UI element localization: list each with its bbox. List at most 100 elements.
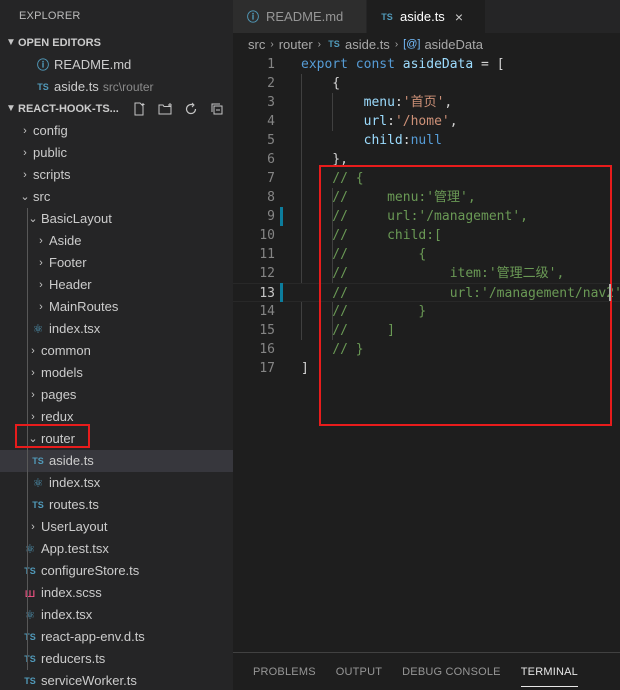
- modified-line-marker: [280, 207, 283, 226]
- typescript-file-icon: TS: [24, 566, 36, 576]
- tree-folder-header[interactable]: › Header: [0, 274, 233, 296]
- chevron-right-icon: ›: [23, 125, 27, 137]
- project-section-header[interactable]: ▼ REACT-HOOK-TS...: [0, 98, 233, 120]
- tree-folder-scripts[interactable]: › scripts: [0, 164, 233, 186]
- tree-label: public: [33, 145, 67, 160]
- code-line[interactable]: 2 {: [233, 74, 620, 93]
- collapse-all-icon[interactable]: [209, 98, 225, 120]
- tree-file-src-index-tsx[interactable]: ⚛ index.tsx: [0, 604, 233, 626]
- tree-label: src: [33, 189, 51, 204]
- tree-label: index.tsx: [41, 607, 93, 622]
- open-editor-item-aside[interactable]: TS aside.ts src\router: [0, 76, 233, 98]
- tab-terminal[interactable]: TERMINAL: [520, 653, 579, 690]
- code-line[interactable]: 3 menu:'首页',: [233, 93, 620, 112]
- tree-file-serviceworker-ts[interactable]: TS serviceWorker.ts: [0, 670, 233, 690]
- open-editors-section-header[interactable]: ▼ OPEN EDITORS: [0, 32, 233, 54]
- new-folder-icon[interactable]: [157, 98, 173, 120]
- tree-file-configurestore-ts[interactable]: TS configureStore.ts: [0, 560, 233, 582]
- tree-label: index.tsx: [49, 321, 101, 336]
- line-number[interactable]: 9: [233, 207, 275, 226]
- tree-label: App.test.tsx: [41, 541, 109, 556]
- code-token: :: [402, 133, 411, 148]
- tree-folder-basiclayout[interactable]: ⌄ BasicLayout: [0, 208, 233, 230]
- tab-debug-console[interactable]: DEBUG CONSOLE: [402, 653, 501, 690]
- typescript-file-icon: TS: [24, 676, 36, 686]
- breadcrumb-item[interactable]: asideData: [424, 37, 483, 52]
- line-number[interactable]: 14: [233, 302, 275, 321]
- line-number[interactable]: 2: [233, 74, 275, 93]
- tree-folder-mainroutes[interactable]: › MainRoutes: [0, 296, 233, 318]
- line-number[interactable]: 10: [233, 226, 275, 245]
- tree-folder-aside[interactable]: › Aside: [0, 230, 233, 252]
- line-number[interactable]: 3: [233, 93, 275, 112]
- tab-output[interactable]: OUTPUT: [336, 653, 382, 690]
- tab-aside-ts[interactable]: TS aside.ts ×: [367, 0, 486, 33]
- tree-file-index-tsx[interactable]: ⚛ index.tsx: [0, 318, 233, 340]
- open-editor-label: aside.ts: [54, 79, 99, 94]
- tree-file-routes-ts[interactable]: TS routes.ts: [0, 494, 233, 516]
- line-number[interactable]: 6: [233, 150, 275, 169]
- tab-readme[interactable]: ⓘ README.md: [233, 0, 367, 33]
- line-number[interactable]: 13: [233, 284, 275, 303]
- tree-file-router-index-tsx[interactable]: ⚛ index.tsx: [0, 472, 233, 494]
- breadcrumb-item[interactable]: router: [279, 37, 313, 52]
- new-file-icon[interactable]: [131, 98, 147, 120]
- code-line[interactable]: 5 child:null: [233, 131, 620, 150]
- code-line[interactable]: 1 export const asideData = [: [233, 55, 620, 74]
- chevron-right-icon: ›: [394, 38, 399, 50]
- line-number[interactable]: 8: [233, 188, 275, 207]
- chevron-right-icon: ›: [39, 279, 43, 291]
- line-number[interactable]: 15: [233, 321, 275, 340]
- tree-folder-userlayout[interactable]: › UserLayout: [0, 516, 233, 538]
- chevron-down-icon: ⌄: [20, 191, 30, 203]
- line-number[interactable]: 16: [233, 340, 275, 359]
- refresh-icon[interactable]: [183, 98, 199, 120]
- code-token: {: [301, 76, 341, 91]
- line-number[interactable]: 4: [233, 112, 275, 131]
- tree-folder-pages[interactable]: › pages: [0, 384, 233, 406]
- line-number[interactable]: 17: [233, 359, 275, 378]
- chevron-right-icon: ›: [39, 301, 43, 313]
- code-token: :: [387, 114, 395, 129]
- code-text: ]: [301, 359, 309, 378]
- line-number[interactable]: 1: [233, 55, 275, 74]
- tree-file-index-scss[interactable]: ꟺ index.scss: [0, 582, 233, 604]
- tree-file-app-test-tsx[interactable]: ⚛ App.test.tsx: [0, 538, 233, 560]
- tree-folder-models[interactable]: › models: [0, 362, 233, 384]
- chevron-right-icon: ›: [31, 367, 35, 379]
- editor-tab-bar: ⓘ README.md TS aside.ts ×: [233, 0, 620, 33]
- breadcrumb-item[interactable]: src: [248, 37, 265, 52]
- chevron-right-icon: ›: [31, 345, 35, 357]
- tab-problems[interactable]: PROBLEMS: [253, 653, 316, 690]
- breadcrumb: src › router › TS aside.ts › [@] asideDa…: [233, 33, 620, 55]
- tree-label: MainRoutes: [49, 299, 119, 314]
- explorer-sidebar: EXPLORER ▼ OPEN EDITORS ⓘ README.md TS a…: [0, 0, 233, 690]
- explorer-title: EXPLORER: [19, 10, 81, 22]
- code-token: menu: [363, 95, 395, 110]
- chevron-right-icon: ›: [270, 38, 274, 50]
- code-text: child:null: [301, 131, 442, 150]
- tree-file-reducers-ts[interactable]: TS reducers.ts: [0, 648, 233, 670]
- line-number[interactable]: 5: [233, 131, 275, 150]
- tree-folder-src[interactable]: ⌄ src: [0, 186, 233, 208]
- code-line[interactable]: 4 url:'/home',: [233, 112, 620, 131]
- close-icon[interactable]: ×: [455, 9, 463, 25]
- tree-folder-common[interactable]: › common: [0, 340, 233, 362]
- line-number[interactable]: 12: [233, 264, 275, 283]
- tree-file-aside-ts[interactable]: TS aside.ts: [0, 450, 233, 472]
- tree-folder-public[interactable]: › public: [0, 142, 233, 164]
- tree-folder-config[interactable]: › config: [0, 120, 233, 142]
- line-number[interactable]: 7: [233, 169, 275, 188]
- line-number[interactable]: 11: [233, 245, 275, 264]
- open-editor-label: README.md: [54, 57, 132, 72]
- code-editor[interactable]: 1 export const asideData = [2 {3 menu:'首页…: [233, 55, 620, 652]
- breadcrumb-item[interactable]: aside.ts: [345, 37, 390, 52]
- open-editor-item-readme[interactable]: ⓘ README.md: [0, 54, 233, 76]
- tree-folder-footer[interactable]: › Footer: [0, 252, 233, 274]
- code-token: ]: [301, 361, 309, 376]
- tree-file-react-app-env[interactable]: TS react-app-env.d.ts: [0, 626, 233, 648]
